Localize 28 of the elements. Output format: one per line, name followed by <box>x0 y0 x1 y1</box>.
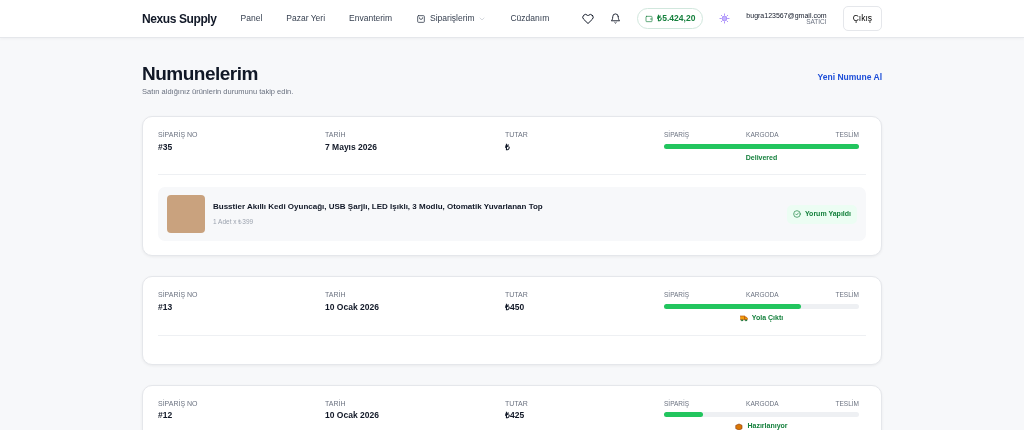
orders-dropdown[interactable]: Siparişlerim <box>416 12 487 25</box>
logout-button[interactable]: Çıkış <box>842 6 882 31</box>
wallet-icon <box>645 14 654 23</box>
order-date: 7 Mayıs 2026 <box>325 140 378 154</box>
nav-link[interactable]: Envanterim <box>349 12 393 25</box>
wallet-balance[interactable]: ₺5.424,20 <box>637 8 704 29</box>
heart-icon[interactable] <box>582 12 595 25</box>
bag-icon <box>416 13 427 24</box>
bell-icon[interactable] <box>610 13 622 24</box>
product-photo-placeholder <box>167 195 205 234</box>
order-date: 10 Ocak 2026 <box>325 409 380 422</box>
new-sample-link[interactable]: Yeni Numune Al <box>817 71 882 84</box>
order-date: 10 Ocak 2026 <box>325 300 380 314</box>
order-amount: ₺ <box>505 140 511 154</box>
page-title: Numunelerim <box>142 63 259 86</box>
order-number: #13 <box>158 300 174 314</box>
truck-icon <box>739 314 748 323</box>
order-amount: ₺450 <box>505 300 526 314</box>
order-number: #35 <box>158 140 174 154</box>
brand-logo[interactable]: Nexus Supply <box>142 9 217 28</box>
order-amount: ₺425 <box>505 409 526 422</box>
product-name: Busstier Akıllı Kedi Oyuncağı, USB Şarjlı, LED Işıklı, 3 Modlu, Otomatik Yuvarlanan Top <box>213 201 544 214</box>
nav-link[interactable]: Panel <box>240 12 263 25</box>
order-number: #12 <box>158 409 174 422</box>
box-icon <box>735 422 744 430</box>
check-circle-icon <box>792 210 801 219</box>
nav-link[interactable]: Cüzdanım <box>510 12 550 25</box>
nav-link[interactable]: Pazar Yeri <box>286 12 326 25</box>
